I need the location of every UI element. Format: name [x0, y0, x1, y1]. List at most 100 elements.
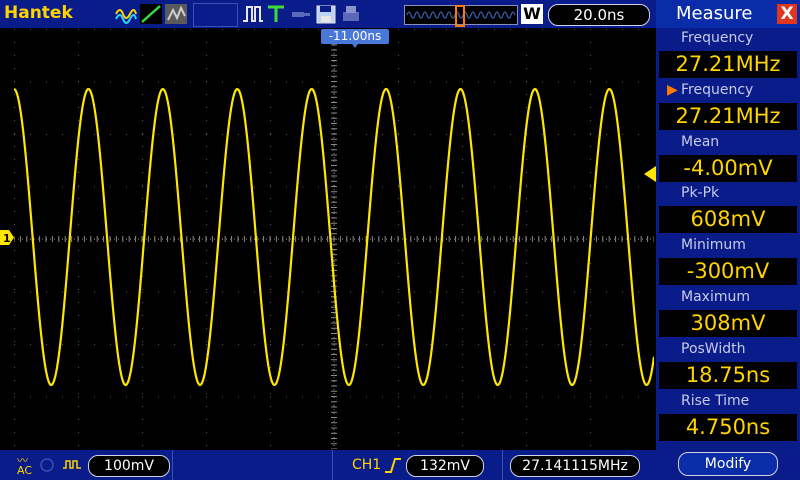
grid-dot [318, 134, 319, 135]
grid-dot [334, 198, 335, 199]
grid-dot [78, 107, 79, 108]
rising-edge-icon[interactable] [384, 457, 402, 473]
memory-position-bar[interactable] [404, 5, 518, 27]
grid-dot [558, 81, 559, 83]
grid-dot [14, 186, 15, 188]
grid-dot [206, 107, 207, 108]
measure-value[interactable]: 4.750ns [659, 413, 797, 441]
grid-dot [590, 120, 591, 121]
grid-dot [206, 250, 207, 251]
grid-dot [206, 380, 207, 381]
grid-dot [366, 344, 367, 345]
measure-value[interactable]: 608mV [659, 206, 797, 234]
grid-dot [142, 198, 143, 199]
grid-dot [206, 68, 207, 69]
modify-button[interactable]: Modify [678, 452, 778, 476]
ramp-icon[interactable] [140, 4, 162, 24]
grid-dot [366, 81, 367, 83]
grid-dot [590, 289, 591, 290]
grid-dot [142, 406, 143, 407]
trigger-level[interactable]: 132mV [406, 455, 484, 477]
grid-dot [366, 186, 367, 188]
grid-dot [398, 315, 399, 316]
grid-dot [526, 55, 527, 56]
memory-window-indicator[interactable] [455, 5, 465, 27]
grid-dot [14, 263, 15, 264]
top-toolbar: Hantek W 20.0ns [0, 0, 656, 28]
grid-dot [622, 291, 623, 293]
grid-dot [206, 341, 207, 342]
grid-dot [78, 55, 79, 56]
grid-dot [62, 396, 63, 398]
persistence-icon[interactable] [165, 4, 187, 24]
grid-dot [270, 341, 271, 342]
sine-wave-icon[interactable] [115, 4, 137, 24]
grid-dot [446, 396, 447, 398]
grid-dot [206, 315, 207, 316]
grid-dot [350, 291, 351, 293]
close-button[interactable]: X [777, 4, 797, 24]
grid-dot [494, 134, 495, 135]
waveform-display[interactable] [14, 29, 654, 449]
grid-dot [318, 81, 319, 83]
measure-label-text: Maximum [681, 289, 750, 305]
grid-dot [78, 419, 79, 420]
grid-dot [174, 29, 175, 30]
grid-dot [350, 186, 351, 188]
grid-dot [590, 29, 591, 30]
grid-dot [78, 393, 79, 394]
grid-dot [462, 133, 463, 134]
grid-dot [110, 344, 111, 345]
measure-value[interactable]: 18.75ns [659, 361, 797, 389]
grid-dot [398, 55, 399, 56]
measure-value[interactable]: 308mV [659, 310, 797, 337]
grid-dot [142, 185, 143, 186]
pulse-icon[interactable] [242, 4, 264, 24]
measure-value[interactable]: 27.21MHz [659, 102, 797, 130]
timebase-display[interactable]: 20.0ns [548, 4, 650, 26]
grid-dot [14, 302, 15, 303]
grid-dot [494, 291, 495, 293]
grid-dot [462, 341, 463, 342]
grid-dot [206, 146, 207, 147]
grid-dot [430, 344, 431, 345]
trigger-icon[interactable] [266, 4, 286, 24]
grid-dot [286, 134, 287, 135]
trigger-level-marker[interactable] [642, 166, 656, 182]
grid-dot [206, 445, 207, 446]
ch1-scale[interactable]: 100mV [88, 455, 170, 477]
grid-dot [590, 302, 591, 303]
measure-value[interactable]: 27.21MHz [659, 51, 797, 78]
grid-dot [526, 68, 527, 69]
grid-dot [318, 186, 319, 188]
bandwidth-limit-icon[interactable] [40, 458, 58, 472]
grid-dot [142, 289, 143, 290]
grid-dot [78, 211, 79, 212]
grid-dot [590, 291, 591, 293]
save-icon[interactable] [315, 4, 337, 24]
channel1-level-marker[interactable]: 1 [0, 230, 15, 245]
print-icon[interactable] [340, 4, 362, 24]
window-mode-button[interactable]: W [521, 4, 543, 24]
grid-dot [478, 134, 479, 135]
grid-dot [446, 81, 447, 83]
trigger-position-marker[interactable] [350, 41, 360, 49]
grid-dot [78, 302, 79, 303]
measure-value[interactable]: -300mV [659, 258, 797, 286]
grid-dot [142, 107, 143, 108]
grid-dot [14, 445, 15, 446]
grid-dot [142, 211, 143, 212]
grid-dot [14, 354, 15, 355]
invert-icon[interactable] [62, 458, 84, 472]
grid-dot [398, 120, 399, 121]
grid-dot [366, 396, 367, 398]
measure-value[interactable]: -4.00mV [659, 154, 797, 182]
probe-icon[interactable] [290, 4, 312, 24]
grid-dot [78, 396, 79, 398]
grid-dot [414, 134, 415, 135]
grid-dot [542, 291, 543, 293]
grid-dot [526, 198, 527, 199]
mode-box[interactable] [193, 3, 238, 27]
grid-dot [110, 81, 111, 83]
grid-dot [462, 315, 463, 316]
